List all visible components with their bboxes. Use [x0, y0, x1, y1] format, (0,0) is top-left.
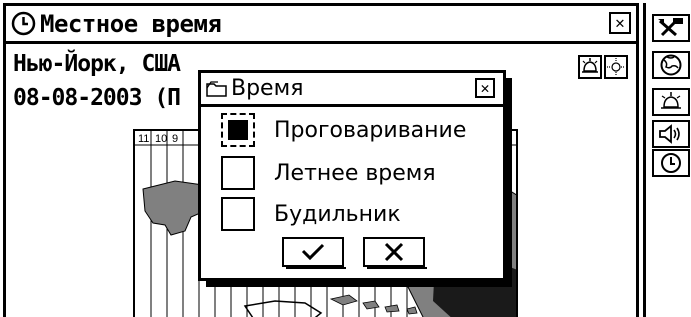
alarm-icon	[582, 58, 598, 73]
speaker-icon	[659, 124, 680, 144]
city-label: Нью-Йорк, США	[13, 51, 181, 77]
clock-tool-button[interactable]	[652, 149, 690, 177]
summer-time-checkbox[interactable]	[221, 156, 255, 190]
cancel-button[interactable]	[363, 237, 427, 269]
sun-button[interactable]	[604, 55, 628, 79]
dialog-title: Время	[231, 76, 304, 101]
alarm-tool-button[interactable]	[652, 88, 690, 116]
clock-icon	[11, 11, 36, 36]
option-alarm[interactable]: Будильник	[221, 197, 401, 231]
time-dialog: Время ✕ Проговаривание Летнее время Буди…	[198, 70, 506, 281]
dialog-close-button[interactable]: ✕	[475, 78, 495, 98]
sun-icon	[607, 58, 625, 76]
ok-button[interactable]	[282, 237, 346, 269]
folder-icon	[206, 80, 227, 97]
option-summer-time[interactable]: Летнее время	[221, 156, 436, 190]
timezone-label: 9	[172, 133, 179, 145]
clock-icon	[661, 153, 681, 173]
speech-checkbox[interactable]	[221, 113, 255, 147]
option-label: Проговаривание	[274, 117, 467, 143]
tools-button[interactable]	[652, 14, 690, 42]
option-label: Летнее время	[274, 160, 436, 186]
toolbar	[643, 3, 691, 317]
option-label: Будильник	[274, 201, 401, 227]
tools-icon	[658, 18, 683, 37]
alarm-checkbox[interactable]	[221, 197, 255, 231]
timezone-label: 10	[155, 133, 168, 145]
speaker-button[interactable]	[652, 120, 690, 148]
alarm-button[interactable]	[578, 55, 602, 79]
date-label: 08-08-2003 (П	[13, 85, 181, 111]
globe-button[interactable]	[652, 51, 690, 79]
globe-icon	[660, 54, 682, 76]
window-close-button[interactable]: ✕	[609, 12, 631, 34]
option-speech[interactable]: Проговаривание	[221, 113, 466, 147]
dialog-title-bar: Время ✕	[201, 73, 503, 107]
check-icon	[301, 243, 325, 261]
close-icon	[384, 242, 404, 262]
screen: Местное время ✕ Нью-Йорк, США 08-08-2003…	[0, 0, 691, 317]
timezone-label: 11	[138, 133, 150, 145]
window-title: Местное время	[40, 9, 222, 38]
alarm-icon	[661, 92, 681, 109]
title-bar: Местное время ✕	[6, 6, 636, 44]
